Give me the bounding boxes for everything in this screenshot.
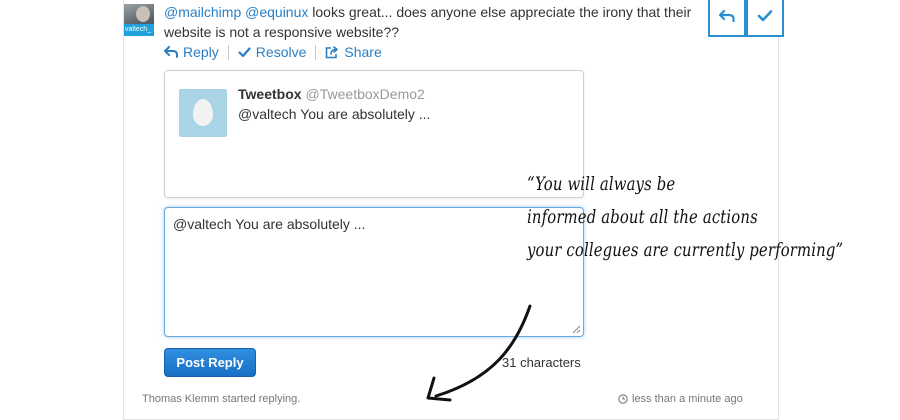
divider bbox=[315, 44, 317, 60]
quoted-reply-preview: Tweetbox @TweetboxDemo2 @valtech You are … bbox=[164, 70, 584, 198]
resolve-label: Resolve bbox=[255, 44, 307, 60]
reply-action[interactable]: Reply bbox=[164, 44, 219, 60]
check-icon bbox=[757, 9, 773, 21]
typing-status: Thomas Klemm started replying. bbox=[142, 393, 301, 405]
avatar[interactable]: valtech_ bbox=[124, 4, 154, 36]
reply-label: Reply bbox=[183, 44, 219, 60]
share-action[interactable]: Share bbox=[325, 44, 382, 60]
divider bbox=[227, 44, 229, 60]
annotation-line: your collegues are currently performing” bbox=[527, 239, 844, 261]
mention-link[interactable]: @mailchimp bbox=[164, 4, 241, 20]
share-icon bbox=[326, 45, 339, 58]
tweet-text: @mailchimp @equinux looks great... does … bbox=[164, 2, 704, 42]
handwritten-annotation: “You will always be informed about all t… bbox=[527, 168, 843, 267]
resize-grip-icon[interactable] bbox=[572, 325, 581, 334]
post-reply-button[interactable]: Post Reply bbox=[164, 348, 256, 377]
resolve-action[interactable]: Resolve bbox=[238, 44, 307, 60]
timestamp-text: less than a minute ago bbox=[632, 393, 743, 405]
quote-text: @valtech You are absolutely ... bbox=[238, 106, 431, 122]
egg-icon bbox=[193, 99, 213, 126]
reply-text: @valtech You are absolutely ... bbox=[173, 216, 366, 232]
annotation-line: informed about all the actions bbox=[527, 206, 758, 228]
reply-toggle-button[interactable] bbox=[708, 0, 746, 37]
annotation-line: “You will always be bbox=[527, 173, 676, 195]
egg-avatar bbox=[179, 89, 227, 137]
quote-name: Tweetbox bbox=[238, 86, 302, 102]
stage: valtech_ @mailchimp @equinux looks great… bbox=[0, 0, 900, 420]
reply-icon bbox=[164, 46, 178, 58]
mention-link[interactable]: @equinux bbox=[245, 4, 308, 20]
reply-icon bbox=[719, 9, 735, 22]
annotation-arrow-icon bbox=[426, 304, 532, 402]
avatar-label: valtech_ bbox=[124, 24, 154, 36]
tweet-actions: Reply Resolve Share bbox=[164, 44, 382, 60]
quote-header: Tweetbox @TweetboxDemo2 bbox=[238, 86, 425, 102]
share-label: Share bbox=[344, 44, 382, 60]
clock-icon bbox=[618, 394, 628, 404]
avatar-face bbox=[136, 6, 150, 22]
quote-handle: @TweetboxDemo2 bbox=[305, 86, 425, 102]
timestamp: less than a minute ago bbox=[618, 393, 743, 405]
check-icon bbox=[238, 46, 251, 57]
tweet-body: looks great... does anyone else apprecia… bbox=[164, 4, 692, 40]
resolve-toggle-button[interactable] bbox=[746, 0, 784, 37]
